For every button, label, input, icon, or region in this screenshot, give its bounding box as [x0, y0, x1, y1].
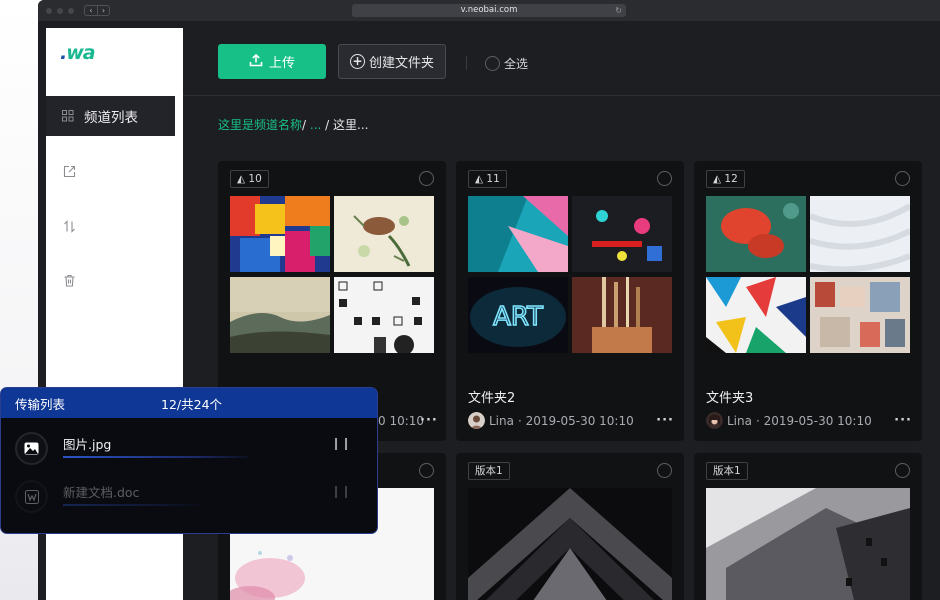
transfer-progress-bar [63, 504, 203, 506]
close-dot[interactable] [46, 7, 52, 14]
thumbnail-image[interactable] [706, 196, 806, 272]
thumbnail-image[interactable] [468, 488, 672, 600]
folder-meta-partial: 0 10:10 [378, 414, 425, 428]
reload-icon[interactable]: ↻ [615, 4, 622, 17]
folder-title[interactable]: 文件夹3 [706, 387, 753, 406]
thumbnail-grid: ART [468, 196, 672, 353]
image-count-badge: ◭ 11 [468, 170, 507, 188]
sidebar-item-channel-list[interactable]: 频道列表 [46, 96, 175, 136]
card-select-radio[interactable] [657, 463, 672, 478]
thumbnail-image[interactable] [230, 277, 330, 353]
back-icon[interactable]: ‹ [85, 6, 97, 15]
url-text: v.neobai.com [460, 5, 518, 15]
transfer-file-name: 图片.jpg [63, 437, 112, 452]
folder-meta: Lina · 2019-05-30 10:10 [706, 412, 872, 429]
upload-icon [249, 53, 263, 71]
folder-card[interactable]: 版本1 [456, 453, 684, 600]
breadcrumb-channel[interactable]: 这里是频道名称 [218, 118, 302, 132]
create-folder-label: 创建文件夹 [368, 56, 434, 71]
more-options-icon[interactable]: ··· [894, 413, 912, 428]
author-name: Lina [727, 413, 752, 428]
window-controls[interactable] [46, 7, 74, 14]
thumbnail-image[interactable] [706, 488, 910, 600]
thumbnail-image[interactable] [468, 196, 568, 272]
upload-button[interactable]: 上传 [218, 44, 326, 79]
thumbnail-image[interactable] [810, 277, 910, 353]
pause-icon[interactable]: ❙❙ [331, 484, 351, 498]
sidebar-item-label: 频道列表 [84, 110, 138, 126]
author-name: Lina [489, 413, 514, 428]
image-count-badge: ◭ 10 [230, 170, 269, 188]
avatar [468, 412, 485, 429]
toolbar: 上传 + 创建文件夹 全选 [183, 28, 940, 96]
transfer-list-title: 传输列表 [15, 396, 66, 412]
transfer-item[interactable]: 新建文档.doc ❙❙ [15, 480, 365, 516]
image-icon: ◭ [237, 173, 249, 185]
transfer-list-header: 传输列表 12/共24个 [1, 388, 377, 418]
image-icon: ◭ [713, 173, 725, 185]
breadcrumb-sep: / [321, 118, 333, 132]
svg-text:ART: ART [493, 302, 543, 332]
image-count-badge: ◭ 12 [706, 170, 745, 188]
transfer-icon[interactable] [62, 220, 76, 234]
select-all-toggle[interactable]: 全选 [485, 55, 528, 72]
word-file-icon [15, 480, 48, 513]
history-nav: ‹ › [84, 5, 110, 16]
browser-titlebar: ‹ › v.neobai.com ↻ [38, 0, 940, 21]
zoom-dot[interactable] [68, 7, 74, 14]
card-select-radio[interactable] [895, 171, 910, 186]
thumbnail-grid [706, 196, 910, 353]
version-badge: 版本1 [706, 462, 748, 480]
forward-icon[interactable]: › [97, 6, 109, 15]
upload-label: 上传 [268, 56, 295, 71]
select-all-label: 全选 [504, 57, 529, 71]
thumbnail-grid [230, 196, 434, 353]
toolbar-divider [466, 56, 467, 70]
thumbnail-image[interactable] [230, 196, 330, 272]
card-select-radio[interactable] [657, 171, 672, 186]
breadcrumb-current: 这里... [333, 118, 369, 132]
modified-date: · 2019-05-30 10:10 [517, 413, 634, 428]
folder-meta: Lina · 2019-05-30 10:10 [468, 412, 634, 429]
card-select-radio[interactable] [419, 171, 434, 186]
address-bar[interactable]: v.neobai.com ↻ [352, 4, 626, 17]
thumbnail-image[interactable] [334, 277, 434, 353]
thumbnail-image[interactable]: ART [468, 277, 568, 353]
transfer-count: 12/共24个 [161, 396, 223, 412]
create-folder-button[interactable]: + 创建文件夹 [338, 44, 446, 79]
select-all-radio[interactable] [485, 56, 500, 71]
more-options-icon[interactable]: ··· [420, 413, 438, 428]
breadcrumb-ellipsis[interactable]: ... [310, 118, 321, 132]
thumbnail-image[interactable] [334, 196, 434, 272]
breadcrumb-sep: / [302, 118, 310, 132]
thumbnail-image[interactable] [572, 277, 672, 353]
thumbnail-image[interactable] [706, 277, 806, 353]
modified-date: · 2019-05-30 10:10 [755, 413, 872, 428]
transfer-file-name: 新建文档.doc [63, 485, 140, 500]
image-file-icon [15, 432, 48, 465]
version-badge: 版本1 [468, 462, 510, 480]
grid-icon [62, 110, 74, 122]
card-select-radio[interactable] [895, 463, 910, 478]
minimize-dot[interactable] [57, 7, 63, 14]
folder-card[interactable]: ◭ 12 文件夹3 Lina · 2019-05-30 10:10 ··· [694, 161, 922, 441]
breadcrumb: 这里是频道名称/ ... / 这里... [218, 116, 368, 133]
card-select-radio[interactable] [419, 463, 434, 478]
logo: .wa [60, 42, 96, 64]
trash-icon[interactable] [62, 274, 76, 288]
avatar [706, 412, 723, 429]
pause-icon[interactable]: ❙❙ [331, 436, 351, 450]
folder-card[interactable]: 版本1 [694, 453, 922, 600]
plus-circle-icon: + [349, 54, 365, 69]
transfer-list-panel: 传输列表 12/共24个 图片.jpg ❙❙ 新建文档.doc ❙❙ [0, 387, 378, 534]
transfer-progress-bar [63, 456, 249, 458]
more-options-icon[interactable]: ··· [656, 413, 674, 428]
folder-card[interactable]: ◭ 11 ART 文件夹2 Lina · 2019-05-30 10:10 ··… [456, 161, 684, 441]
transfer-item[interactable]: 图片.jpg ❙❙ [15, 432, 365, 468]
folder-title[interactable]: 文件夹2 [468, 387, 515, 406]
share-icon[interactable] [62, 165, 76, 179]
image-icon: ◭ [475, 173, 487, 185]
thumbnail-image[interactable] [572, 196, 672, 272]
thumbnail-image[interactable] [810, 196, 910, 272]
